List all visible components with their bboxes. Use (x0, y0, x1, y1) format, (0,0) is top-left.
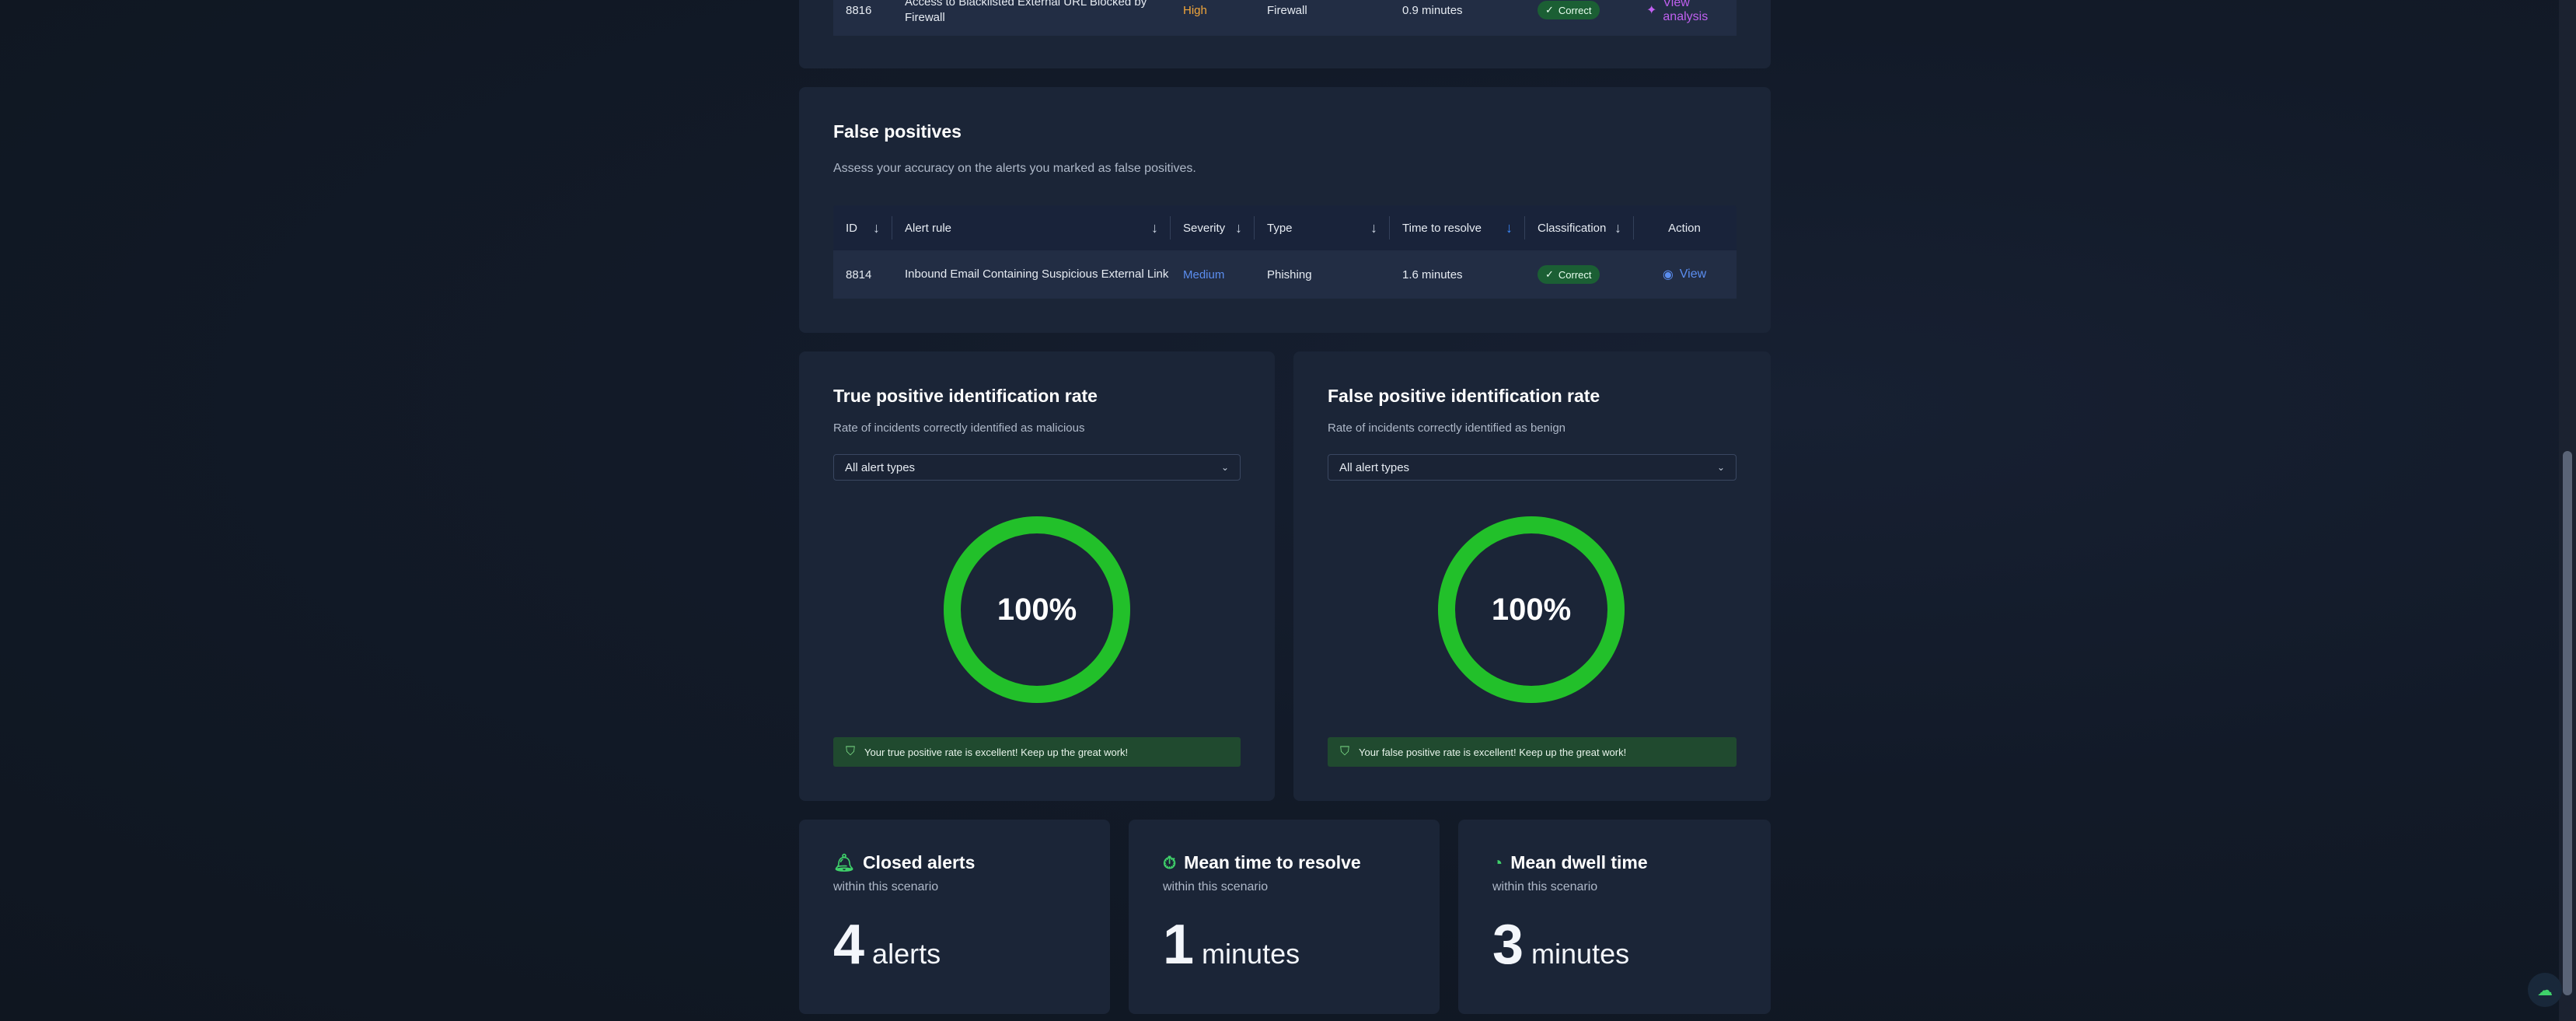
fp-rate-value: 100% (1492, 593, 1571, 627)
sort-arrow-icon[interactable]: ↓ (1370, 220, 1377, 236)
sparkle-icon: ✦ (1646, 4, 1657, 17)
false-positives-table: ID ↓ Alert rule ↓ Severity ↓ Type ↓ Time… (833, 205, 1737, 299)
alert-rule-cell: Inbound Email Containing Suspicious Exte… (905, 267, 1169, 281)
fp-rate-subtitle: Rate of incidents correctly identified a… (1328, 421, 1566, 435)
table-header: ID ↓ Alert rule ↓ Severity ↓ Type ↓ Time… (833, 205, 1737, 250)
cloud-chat-icon: ☁ (2537, 981, 2553, 999)
time-cell: 1.6 minutes (1402, 267, 1463, 281)
fp-rate-title: False positive identification rate (1328, 386, 1600, 406)
col-classification[interactable]: Classification ↓ (1525, 205, 1634, 250)
tp-rate-banner: ⛉ Your true positive rate is excellent! … (833, 737, 1241, 767)
closed-alerts-unit: alerts (872, 938, 941, 970)
col-classification-label: Classification (1538, 221, 1607, 235)
classification-label: Correct (1558, 4, 1592, 16)
view-link[interactable]: ◉ View (1634, 250, 1735, 299)
sort-arrow-icon[interactable]: ↓ (1506, 220, 1513, 236)
section-description: Assess your accuracy on the alerts you m… (833, 162, 1196, 175)
col-id[interactable]: ID ↓ (833, 205, 892, 250)
eye-icon: ◉ (1662, 268, 1674, 281)
tp-alert-type-select[interactable]: All alert types ⌄ (833, 454, 1241, 481)
col-id-label: ID (846, 221, 857, 235)
sort-arrow-icon[interactable]: ↓ (873, 220, 880, 236)
dwell-value: 3 (1492, 914, 1524, 976)
scrollbar[interactable] (2559, 0, 2576, 1021)
classification-badge: ✓ Correct (1538, 265, 1600, 284)
table-row[interactable]: 8816 Access to Blacklisted External URL … (833, 0, 1737, 36)
closed-alerts-subtitle: within this scenario (833, 880, 939, 893)
view-label: View (1679, 267, 1707, 281)
table-row[interactable]: 8814 Inbound Email Containing Suspicious… (833, 250, 1737, 299)
mean-time-to-resolve-card: ⏱︎ Mean time to resolve within this scen… (1129, 820, 1440, 1014)
col-type[interactable]: Type ↓ (1255, 205, 1390, 250)
view-analysis-label: View analysis (1663, 0, 1709, 23)
col-time[interactable]: Time to resolve ↓ (1390, 205, 1525, 250)
check-icon: ✓ (1545, 4, 1554, 16)
dwell-title: Mean dwell time (1510, 852, 1648, 872)
classification-badge: ✓ Correct (1538, 1, 1600, 19)
check-icon: ✓ (1545, 268, 1554, 280)
tp-rate-gauge: 100% (944, 516, 1130, 703)
true-positives-card: 8816 Access to Blacklisted External URL … (799, 0, 1771, 68)
type-cell: Phishing (1267, 267, 1312, 281)
tp-rate-title: True positive identification rate (833, 386, 1098, 406)
col-alert-rule-label: Alert rule (905, 221, 952, 235)
col-action: Action (1634, 205, 1735, 250)
mean-dwell-time-card: ◔ Mean dwell time within this scenario 3… (1458, 820, 1771, 1014)
closed-alerts-title: Closed alerts (862, 852, 976, 872)
shield-check-icon: ⛉ (846, 745, 856, 758)
tp-select-value: All alert types (845, 460, 916, 474)
col-alert-rule[interactable]: Alert rule ↓ (892, 205, 1171, 250)
view-analysis-link[interactable]: ✦ View analysis (1634, 0, 1735, 36)
scrollbar-thumb[interactable] (2563, 451, 2572, 995)
chevron-down-icon: ⌄ (1220, 462, 1229, 473)
mttr-subtitle: within this scenario (1163, 880, 1269, 893)
fp-alert-type-select[interactable]: All alert types ⌄ (1328, 454, 1737, 481)
alert-rule-cell: Access to Blacklisted External URL Block… (905, 0, 1147, 24)
closed-alerts-value: 4 (833, 914, 865, 976)
sort-arrow-icon[interactable]: ↓ (1151, 220, 1158, 236)
mttr-value: 1 (1163, 914, 1195, 976)
dwell-subtitle: within this scenario (1492, 880, 1598, 893)
dwell-unit: minutes (1531, 938, 1630, 970)
fp-rate-card: False positive identification rate Rate … (1293, 351, 1771, 801)
tp-rate-card: True positive identification rate Rate o… (799, 351, 1275, 801)
col-severity-label: Severity (1183, 221, 1226, 235)
fp-banner-text: Your false positive rate is excellent! K… (1359, 746, 1627, 758)
closed-alerts-card: 🔔︎ Closed alerts within this scenario 4 … (799, 820, 1110, 1014)
bell-icon: 🔔︎ (833, 852, 855, 872)
chat-support-button[interactable]: ☁ (2528, 973, 2562, 1007)
mttr-title: Mean time to resolve (1184, 852, 1361, 872)
col-action-label: Action (1668, 221, 1701, 235)
id-cell: 8816 (846, 3, 872, 17)
mttr-unit: minutes (1202, 938, 1300, 970)
tp-rate-value: 100% (997, 593, 1077, 627)
fp-select-value: All alert types (1339, 460, 1410, 474)
sort-arrow-icon[interactable]: ↓ (1614, 220, 1621, 236)
shield-check-icon: ⛉ (1340, 745, 1350, 758)
severity-cell: Medium (1183, 267, 1225, 281)
chevron-down-icon: ⌄ (1716, 462, 1725, 473)
id-cell: 8814 (846, 267, 872, 281)
sort-arrow-icon[interactable]: ↓ (1235, 220, 1242, 236)
time-cell: 0.9 minutes (1402, 3, 1463, 17)
tp-rate-subtitle: Rate of incidents correctly identified a… (833, 421, 1085, 435)
section-title: False positives (833, 121, 962, 142)
timer-icon: ◔ (1492, 852, 1503, 872)
col-severity[interactable]: Severity ↓ (1171, 205, 1255, 250)
stopwatch-icon: ⏱︎ (1163, 852, 1177, 872)
type-cell: Firewall (1267, 3, 1307, 17)
tp-banner-text: Your true positive rate is excellent! Ke… (864, 746, 1129, 758)
col-time-label: Time to resolve (1402, 221, 1482, 235)
false-positives-card: False positives Assess your accuracy on … (799, 87, 1771, 333)
fp-rate-gauge: 100% (1438, 516, 1625, 703)
col-type-label: Type (1267, 221, 1293, 235)
classification-label: Correct (1558, 268, 1592, 281)
severity-cell: High (1183, 3, 1207, 17)
fp-rate-banner: ⛉ Your false positive rate is excellent!… (1328, 737, 1737, 767)
